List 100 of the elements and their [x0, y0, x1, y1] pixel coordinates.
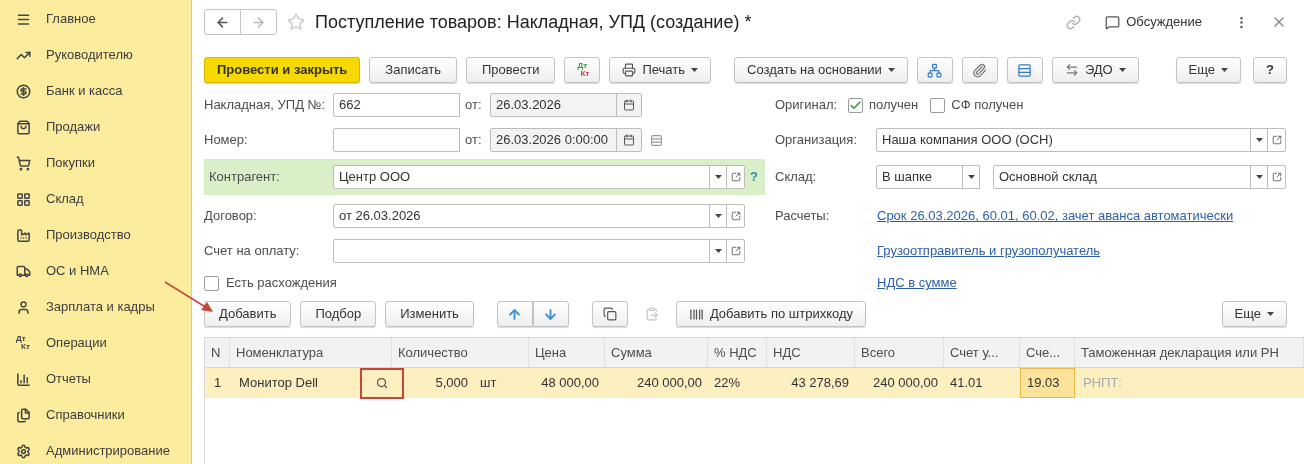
debit-credit-icon: Дт Кт [16, 335, 30, 351]
dropdown-button[interactable] [1250, 165, 1268, 189]
create-based-on-button[interactable]: Создать на основании [734, 57, 908, 83]
column-header[interactable]: Количество [392, 338, 529, 367]
organization-field[interactable]: Наша компания ООО (ОСН) [876, 128, 1251, 152]
sidebar-item[interactable]: ОС и НМА [0, 253, 191, 289]
sidebar-item[interactable]: Отчеты [0, 361, 191, 397]
field-label: Договор: [204, 207, 257, 226]
number-field[interactable] [333, 128, 460, 152]
payment-invoice-field[interactable] [333, 239, 710, 263]
table-button[interactable]: Подбор [300, 301, 377, 327]
column-header[interactable]: Таможенная декларация или РН [1075, 338, 1304, 367]
sidebar-item[interactable]: Продажи [0, 109, 191, 145]
date-time-field[interactable]: 26.03.2026 0:00:00 [490, 128, 617, 152]
add-by-barcode-button[interactable]: Добавить по штрихкоду [675, 301, 867, 327]
table-button[interactable]: Изменить [385, 301, 474, 327]
caret-icon [1118, 68, 1126, 72]
more-button[interactable]: Еще [1221, 301, 1287, 327]
checkbox-label: получен [869, 96, 919, 115]
open-window-icon [1271, 135, 1282, 145]
dropdown-button[interactable] [962, 165, 980, 189]
discussion-button[interactable]: Обсуждение [1105, 12, 1202, 32]
field-label: Организация: [775, 131, 858, 150]
open-button[interactable] [726, 204, 745, 228]
paste-icon [644, 307, 659, 321]
link-icon[interactable] [1066, 14, 1082, 30]
dropdown-button[interactable] [709, 165, 727, 189]
sidebar-item[interactable]: Покупки [0, 145, 191, 181]
back-button[interactable] [204, 9, 241, 35]
more-button[interactable]: Еще [1175, 57, 1242, 83]
checkbox[interactable] [204, 275, 219, 291]
table-row[interactable]: 1 Монитор Dell 5,000 шт 48 000,00 240 000,00 22% 43 278,69 240 000,00 41.01 19.03 РНПТ: [205, 368, 1304, 398]
settlements-link[interactable]: Срок 26.03.2026, 60.01, 60.02, зачет аванса автоматически [877, 206, 1234, 226]
open-button[interactable] [1267, 128, 1286, 152]
help-button[interactable]: ? [1253, 57, 1287, 83]
sidebar-item[interactable]: Производство [0, 217, 191, 253]
files-icon [15, 407, 31, 423]
sidebar-item[interactable]: Администрирование [0, 433, 191, 464]
dropdown-button[interactable] [709, 239, 727, 263]
contract-field[interactable]: от 26.03.2026 [333, 204, 710, 228]
sidebar-item[interactable]: Справочники [0, 397, 191, 433]
settings-icon [15, 443, 31, 459]
move-down-button[interactable] [532, 301, 569, 327]
caret-icon [691, 68, 698, 72]
shipper-link[interactable]: Грузоотправитель и грузополучатель [877, 241, 1101, 261]
field-label: Контрагент: [209, 168, 280, 187]
dropdown-button[interactable] [709, 204, 727, 228]
bag-icon [15, 119, 31, 135]
list-button[interactable] [1006, 57, 1043, 83]
caret-icon [714, 175, 722, 179]
sidebar-item[interactable]: Дт Кт Операции [0, 325, 191, 361]
sidebar-item[interactable]: Главное [0, 1, 191, 37]
column-header[interactable]: НДС [767, 338, 855, 367]
open-button[interactable] [726, 239, 745, 263]
column-header[interactable]: Номенклатура [230, 338, 392, 367]
invoice-number-field[interactable]: 662 [333, 93, 460, 117]
structure-button[interactable] [916, 57, 953, 83]
toolbar-button[interactable]: Записать [369, 57, 457, 83]
warehouse-field[interactable]: Основной склад [993, 165, 1251, 189]
sidebar-item[interactable]: Зарплата и кадры [0, 289, 191, 325]
checkbox[interactable] [848, 97, 863, 113]
open-button[interactable] [1267, 165, 1286, 189]
column-header[interactable]: % НДС [708, 338, 767, 367]
magnifier-icon[interactable] [376, 377, 388, 389]
dropdown-button[interactable] [1250, 128, 1268, 152]
warehouse-mode-field[interactable]: В шапке [876, 165, 963, 189]
date-field[interactable]: 26.03.2026 [490, 93, 617, 117]
column-header[interactable]: Сумма [605, 338, 708, 367]
calendar-button[interactable] [616, 93, 642, 117]
table-button[interactable]: Добавить [204, 301, 292, 327]
bar-chart-icon [15, 371, 31, 387]
post-and-close-button[interactable]: Провести и закрыть [204, 57, 361, 83]
field-label: Расчеты: [775, 207, 830, 226]
checkbox[interactable] [930, 97, 946, 113]
attach-button[interactable] [961, 57, 998, 83]
edo-button[interactable]: ЭДО [1051, 57, 1139, 83]
move-up-button[interactable] [496, 301, 533, 327]
postings-button[interactable]: Дт Кт [564, 57, 601, 83]
stack-icon [1017, 62, 1033, 78]
column-header[interactable]: Счет у... [944, 338, 1020, 367]
field-label: от: [465, 96, 483, 115]
column-header[interactable]: Сче... [1020, 338, 1075, 367]
vat-link[interactable]: НДС в сумме [877, 273, 957, 293]
list-icon[interactable] [650, 133, 663, 147]
open-button[interactable] [726, 165, 745, 189]
star-icon[interactable] [287, 13, 305, 31]
sidebar-item[interactable]: Склад [0, 181, 191, 217]
caret-icon [1255, 138, 1263, 142]
structure-icon [927, 62, 943, 78]
sidebar-item[interactable]: Руководителю [0, 37, 191, 73]
column-header[interactable]: Всего [855, 338, 944, 367]
sidebar-item[interactable]: Банк и касса [0, 73, 191, 109]
print-button[interactable]: Печать [609, 57, 711, 83]
calendar-button[interactable] [616, 128, 642, 152]
column-header[interactable]: N [205, 338, 230, 367]
copy-button[interactable] [591, 301, 628, 327]
counterparty-field[interactable]: Центр ООО [333, 165, 710, 189]
open-window-icon [730, 172, 741, 182]
column-header[interactable]: Цена [529, 338, 605, 367]
toolbar-button[interactable]: Провести [465, 57, 556, 83]
